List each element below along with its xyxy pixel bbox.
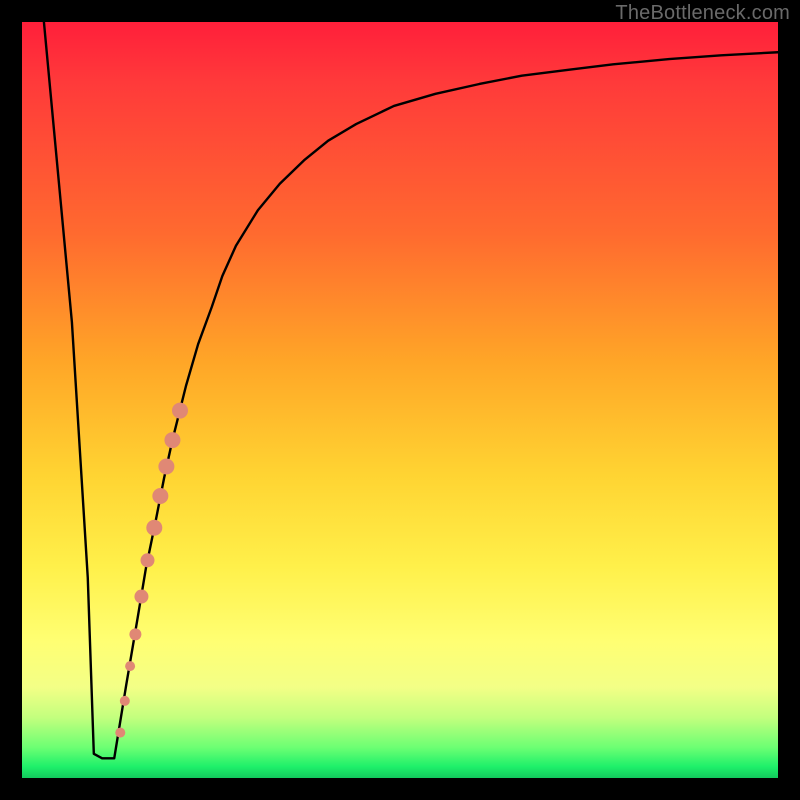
bottleneck-curve — [44, 22, 778, 758]
chart-stage: TheBottleneck.com — [0, 0, 800, 800]
chart-overlay — [0, 0, 800, 800]
highlight-dot — [129, 628, 141, 640]
highlight-dot — [172, 403, 188, 419]
highlight-dot — [146, 520, 162, 536]
highlight-dot — [164, 432, 180, 448]
highlight-dot — [134, 590, 148, 604]
watermark-text: TheBottleneck.com — [615, 2, 790, 25]
highlight-dot — [125, 661, 135, 671]
highlight-dot — [141, 553, 155, 567]
highlight-dot — [115, 728, 125, 738]
highlight-dot — [120, 696, 130, 706]
highlight-dot — [158, 459, 174, 475]
highlight-dot — [152, 488, 168, 504]
